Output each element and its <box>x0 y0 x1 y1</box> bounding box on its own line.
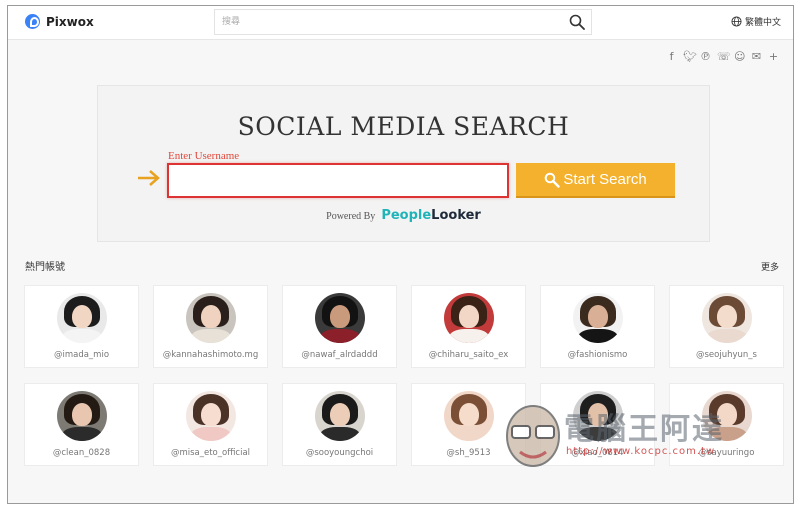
site-logo[interactable]: Pixwox <box>25 14 94 29</box>
account-card[interactable]: @xiao_0814 <box>540 383 655 466</box>
plus-icon[interactable]: + <box>768 50 779 63</box>
start-search-label: Start Search <box>563 171 647 188</box>
start-search-button[interactable]: Start Search <box>516 163 675 198</box>
search-icon[interactable] <box>569 14 585 30</box>
account-handle: @kannahashimoto.mg <box>162 350 259 360</box>
username-label: Enter Username <box>168 150 240 162</box>
avatar <box>314 293 365 343</box>
account-card[interactable]: @imada_mio <box>24 285 139 368</box>
brand-part-1: People <box>381 208 432 223</box>
site-search <box>214 9 592 35</box>
browser-frame: Pixwox 繁體中文 f 🐦︎ ℗ ☏ ☺ ✉ + SOCIAL MEDIA … <box>7 5 794 504</box>
facebook-icon[interactable]: f <box>666 50 677 63</box>
avatar <box>443 293 494 343</box>
account-handle: @seojuhyun_s <box>696 350 757 360</box>
avatar <box>701 293 752 343</box>
account-handle: @imada_mio <box>53 350 110 360</box>
account-handle: @fashionismo <box>567 350 628 360</box>
account-card[interactable]: @kannahashimoto.mg <box>153 285 268 368</box>
logo-text: Pixwox <box>46 14 94 29</box>
account-card[interactable]: @sooyoungchoi <box>282 383 397 466</box>
avatar <box>314 391 365 441</box>
language-label: 繁體中文 <box>744 18 781 28</box>
twitter-icon[interactable]: 🐦︎ <box>683 50 697 63</box>
site-search-input[interactable] <box>215 10 545 34</box>
account-card[interactable]: @chiharu_saito_ex <box>411 285 526 368</box>
whatsapp-icon[interactable]: ☏ <box>717 50 731 63</box>
language-switcher[interactable]: 繁體中文 <box>731 15 781 28</box>
account-card[interactable]: @fashionismo <box>540 285 655 368</box>
avatar <box>572 391 623 441</box>
account-handle: @xiao_0814 <box>571 448 624 458</box>
avatar <box>701 391 752 441</box>
more-link[interactable]: 更多 <box>761 260 779 273</box>
account-card[interactable]: @clean_0828 <box>24 383 139 466</box>
account-card[interactable]: @seojuhyun_s <box>669 285 784 368</box>
logo-icon <box>25 14 40 29</box>
site-header: Pixwox 繁體中文 <box>8 6 793 40</box>
account-card[interactable]: @misa_eto_official <box>153 383 268 466</box>
hot-accounts-grid: @imada_mio @kannahashimoto.mg @nawaf_alr… <box>24 285 784 466</box>
arrow-right-icon <box>138 170 160 186</box>
powered-by: Powered By PeopleLooker <box>98 208 709 223</box>
account-handle: @clean_0828 <box>52 448 111 458</box>
avatar <box>185 391 236 441</box>
account-handle: @chiharu_saito_ex <box>428 350 509 360</box>
share-bar: f 🐦︎ ℗ ☏ ☺ ✉ + <box>666 50 779 63</box>
username-input[interactable] <box>167 163 509 198</box>
peoplelooker-logo[interactable]: PeopleLooker <box>381 208 481 223</box>
account-handle: @sh_9513 <box>446 448 491 458</box>
powered-by-label: Powered By <box>326 211 376 222</box>
pinterest-icon[interactable]: ℗ <box>700 50 711 63</box>
search-icon <box>545 172 561 188</box>
social-search-panel: SOCIAL MEDIA SEARCH Enter Username Start… <box>97 85 710 242</box>
account-handle: @misa_eto_official <box>170 448 251 458</box>
account-handle: @sooyoungchoi <box>305 448 374 458</box>
hot-accounts-title: 熱門帳號 <box>25 262 65 273</box>
account-card[interactable]: @sh_9513 <box>411 383 526 466</box>
avatar <box>56 391 107 441</box>
avatar <box>185 293 236 343</box>
messenger-icon[interactable]: ✉ <box>751 50 762 63</box>
account-card[interactable]: @nawaf_alrdaddd <box>282 285 397 368</box>
account-handle: @nawaf_alrdaddd <box>301 350 378 360</box>
brand-part-2: Looker <box>431 208 481 223</box>
account-handle: @sayuuringo <box>698 448 755 458</box>
panel-title: SOCIAL MEDIA SEARCH <box>237 112 570 141</box>
account-card[interactable]: @sayuuringo <box>669 383 784 466</box>
globe-icon <box>731 16 742 27</box>
avatar <box>572 293 623 343</box>
avatar <box>443 391 494 441</box>
avatar <box>56 293 107 343</box>
reddit-icon[interactable]: ☺ <box>734 50 745 63</box>
